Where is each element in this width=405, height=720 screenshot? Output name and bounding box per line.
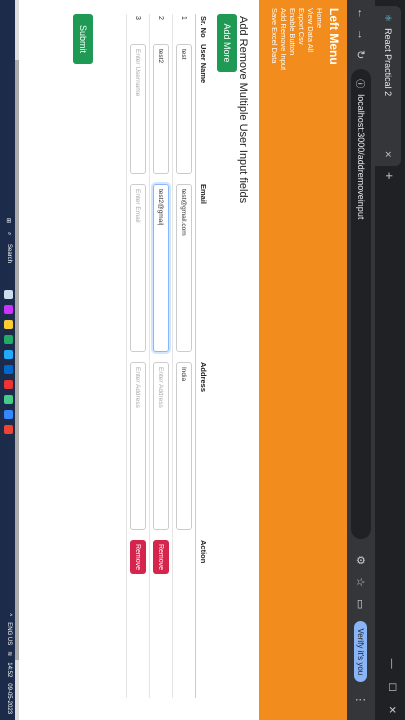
close-tab-icon[interactable]: ✕ <box>383 150 394 158</box>
new-tab-button[interactable]: + <box>382 172 397 180</box>
email-value: test@gmail.com <box>180 189 188 236</box>
row-number: 2 <box>149 14 173 42</box>
menu-icon[interactable]: ⋮ <box>355 694 368 705</box>
remove-button[interactable]: Remove <box>130 540 146 574</box>
address-input[interactable]: India <box>176 362 192 530</box>
bookmark-icon[interactable]: ☆ <box>355 577 368 587</box>
left-menu: Left Menu Home View Data All Export Csv … <box>259 0 347 720</box>
app-icon[interactable] <box>4 335 13 344</box>
info-icon: ⓘ <box>355 79 366 89</box>
screen: ⚛ React Practical 2 ✕ + — ☐ ✕ ← → ↻ ⓘ lo… <box>0 0 405 720</box>
url-text: localhost:3000/addremoveinput <box>356 94 366 220</box>
folder-icon[interactable] <box>4 320 13 329</box>
menu-item-export-csv[interactable]: Export Csv <box>297 8 306 712</box>
address-bar-row: ← → ↻ ⓘ localhost:3000/addremoveinput ⚙ … <box>347 0 375 720</box>
menu-item-add-remove-input[interactable]: Add Remove Input <box>279 8 288 712</box>
table-row: 3 Enter Username Enter Email Enter Addre… <box>126 14 150 698</box>
remove-button[interactable]: Remove <box>153 540 169 574</box>
app-icon[interactable] <box>4 380 13 389</box>
taskbar-apps <box>4 290 13 434</box>
taskbar-time[interactable]: 14:52 <box>7 662 13 677</box>
react-icon: ⚛ <box>383 14 394 23</box>
chevron-up-icon[interactable]: ^ <box>7 613 13 616</box>
username-value: test2 <box>157 49 165 64</box>
browser-tab-bar: ⚛ React Practical 2 ✕ + — ☐ ✕ <box>375 0 405 720</box>
username-input[interactable]: Enter Username <box>130 44 146 174</box>
left-menu-title: Left Menu <box>327 8 341 65</box>
column-header-email: Email <box>195 182 211 360</box>
address-placeholder: Enter Address <box>134 367 142 408</box>
app-icon[interactable] <box>4 290 13 299</box>
email-input[interactable]: test2@gmai| <box>153 184 169 352</box>
app-icon[interactable] <box>4 305 13 314</box>
column-header-sr: Sr. No <box>195 14 211 42</box>
tab-title: React Practical 2 <box>383 28 393 97</box>
address-placeholder: Enter Address <box>157 367 165 408</box>
browser-tab[interactable]: ⚛ React Practical 2 ✕ <box>375 6 401 166</box>
email-input[interactable]: Enter Email <box>130 184 146 352</box>
column-header-address: Address <box>195 360 211 538</box>
browser-toolbar: ⚙ ☆ ▭ Verify it's you ⋮ <box>354 555 368 705</box>
taskbar-search-label[interactable]: Search <box>6 244 12 263</box>
app-icon[interactable] <box>4 365 13 374</box>
maximize-icon[interactable]: ☐ <box>386 683 397 692</box>
address-input[interactable]: Enter Address <box>153 362 169 530</box>
address-value: India <box>180 367 188 382</box>
address-input[interactable]: Enter Address <box>130 362 146 530</box>
username-placeholder: Enter Username <box>134 49 142 97</box>
menu-item-home[interactable]: Home <box>315 8 324 712</box>
edge-icon[interactable] <box>4 350 13 359</box>
table-row: 2 test2 test2@gmai| Enter Address Remove <box>149 14 173 698</box>
email-value: test2@gmai| <box>157 189 165 226</box>
username-input[interactable]: test <box>176 44 192 174</box>
column-header-action: Action <box>195 538 211 698</box>
app-icon[interactable] <box>4 395 13 404</box>
row-number: 1 <box>172 14 196 42</box>
table-row: 1 test test@gmail.com India <box>172 14 196 698</box>
row-number: 3 <box>126 14 150 42</box>
taskbar-lang[interactable]: ENG US <box>7 622 13 645</box>
username-input[interactable]: test2 <box>153 44 169 174</box>
page-heading: Add Remove Multiple User Input fields <box>237 16 249 204</box>
windows-start-icon[interactable]: ⊞ <box>5 218 12 223</box>
windows-taskbar: ⊞ ⌕ Search ^ ENG US ≋ 14:52 09-05-2023 <box>0 0 15 720</box>
system-tray: ^ ENG US ≋ 14:52 09-05-2023 <box>6 613 13 714</box>
close-window-icon[interactable]: ✕ <box>386 706 397 714</box>
add-more-button[interactable]: Add More <box>217 14 237 72</box>
back-icon[interactable]: ← <box>355 8 367 19</box>
taskbar-date[interactable]: 09-05-2023 <box>7 683 13 714</box>
profile-label: Verify it's you <box>356 628 366 676</box>
column-header-username: User Name <box>195 42 211 182</box>
sidepanel-icon[interactable]: ▭ <box>355 599 368 609</box>
search-icon[interactable]: ⌕ <box>5 232 12 235</box>
user-input-table: Sr. No User Name Email Address Action 1 … <box>126 14 211 698</box>
email-placeholder: Enter Email <box>134 189 142 223</box>
profile-button[interactable]: Verify it's you <box>354 621 368 683</box>
main-content: Add Remove Multiple User Input fields Ad… <box>19 0 259 720</box>
window-controls: — ☐ ✕ <box>386 659 397 714</box>
action-cell <box>172 538 196 698</box>
menu-item-save-excel-data[interactable]: Save Excel Data <box>270 8 279 712</box>
extensions-icon[interactable]: ⚙ <box>355 555 368 565</box>
menu-item-enable-button[interactable]: Enable Button <box>288 8 297 712</box>
wifi-icon[interactable]: ≋ <box>6 651 13 656</box>
menu-item-view-data-all[interactable]: View Data All <box>306 8 315 712</box>
username-value: test <box>180 49 188 60</box>
scrollbar-thumb[interactable] <box>15 60 19 660</box>
reload-icon[interactable]: ↻ <box>355 50 368 59</box>
forward-icon[interactable]: → <box>355 29 367 40</box>
minimize-icon[interactable]: — <box>386 659 397 669</box>
horizontal-scrollbar[interactable] <box>15 0 19 720</box>
email-input[interactable]: test@gmail.com <box>176 184 192 352</box>
url-field[interactable]: ⓘ localhost:3000/addremoveinput <box>351 69 371 540</box>
chrome-icon[interactable] <box>4 425 13 434</box>
submit-button[interactable]: Submit <box>73 14 93 64</box>
vscode-icon[interactable] <box>4 410 13 419</box>
